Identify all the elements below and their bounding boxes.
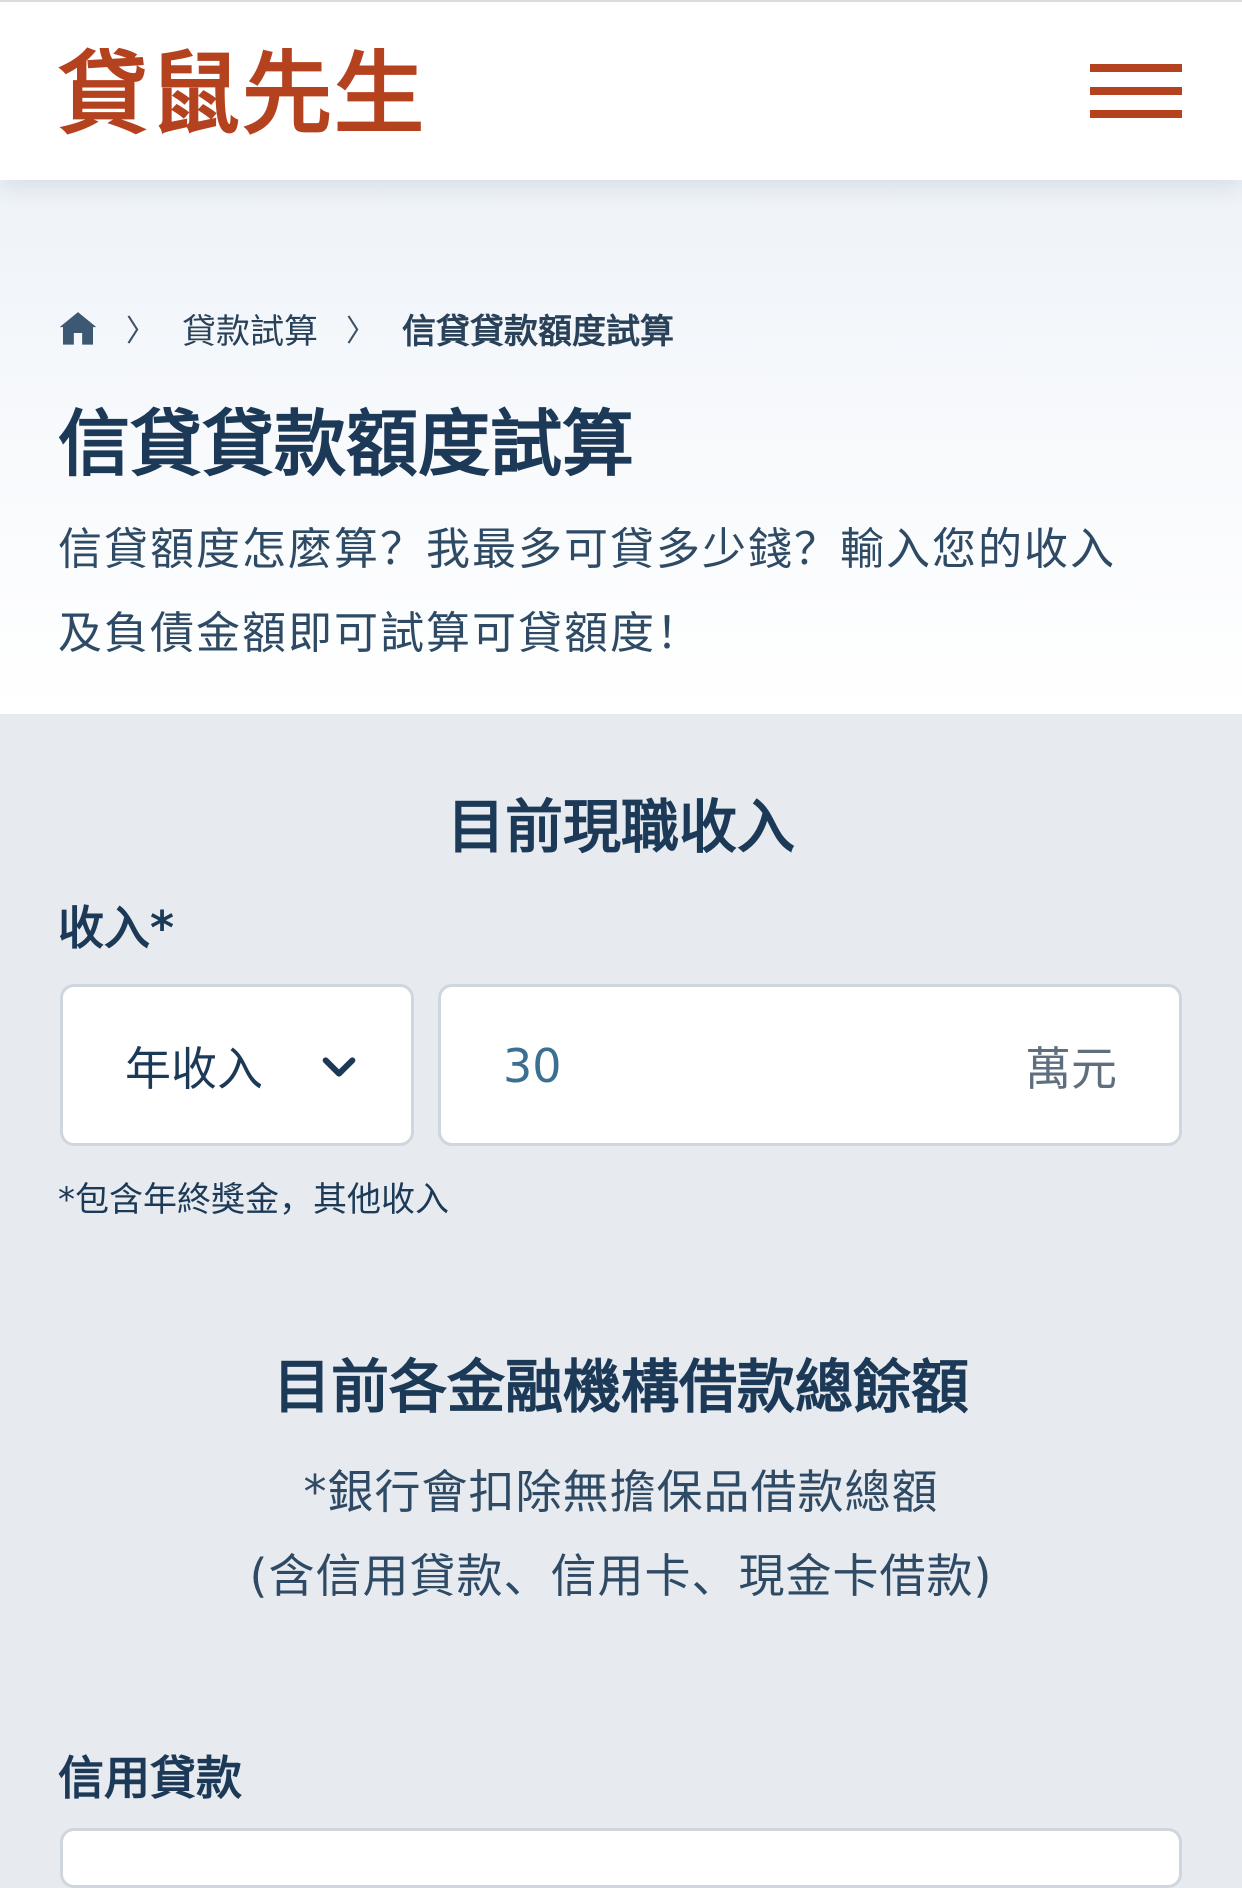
income-amount-input[interactable]	[503, 1031, 903, 1101]
menu-bar-line	[1090, 87, 1182, 95]
breadcrumb-separator: 〉	[126, 314, 156, 349]
income-period-select[interactable]: 年收入	[60, 984, 414, 1146]
logo[interactable]: 貸鼠先生	[58, 40, 426, 150]
breadcrumb-loan-calculator[interactable]: 貸款試算	[182, 304, 318, 353]
home-icon[interactable]	[58, 308, 98, 348]
debt-note-line: *銀行會扣除無擔保品借款總額	[303, 1465, 939, 1519]
income-note: *包含年終獎金，其他收入	[58, 1180, 449, 1220]
breadcrumb: 〉 貸款試算 〉 信貸貸款額度試算	[58, 304, 674, 352]
menu-bar-line	[1090, 64, 1182, 72]
income-period-value: 年收入	[125, 1042, 263, 1096]
top-navbar: 貸鼠先生	[0, 0, 1242, 180]
breadcrumb-current-page: 信貸貸款額度試算	[402, 311, 674, 352]
income-amount-field[interactable]: 萬元	[438, 984, 1182, 1146]
credit-loan-input-field[interactable]	[60, 1828, 1182, 1888]
debt-section-title: 目前各金融機構借款總餘額	[272, 1353, 969, 1421]
income-label: 收入*	[58, 901, 175, 955]
debt-note-line: (含信用貸款、信用卡、現金卡借款)	[249, 1549, 993, 1603]
chevron-down-icon	[322, 1057, 356, 1077]
description-line: 及負債金額即可試算可貸額度！	[58, 608, 702, 659]
hero-section: 〉 貸款試算 〉 信貸貸款額度試算 信貸貸款額度試算 信貸額度怎麼算？我最多可貸…	[0, 180, 1242, 714]
page-description: 信貸額度怎麼算？我最多可貸多少錢？輸入您的收入 及負債金額即可試算可貸額度！	[58, 508, 1188, 676]
credit-loan-label: 信用貸款	[58, 1751, 242, 1805]
menu-bar-line	[1090, 110, 1182, 118]
income-unit-label: 萬元	[1025, 1042, 1117, 1096]
page-title: 信貸貸款額度試算	[58, 402, 635, 486]
hamburger-menu-icon[interactable]	[1090, 60, 1182, 126]
income-section-title: 目前現職收入	[446, 793, 795, 861]
description-line: 信貸額度怎麼算？我最多可貸多少錢？輸入您的收入	[58, 524, 1116, 575]
breadcrumb-separator: 〉	[346, 314, 376, 349]
